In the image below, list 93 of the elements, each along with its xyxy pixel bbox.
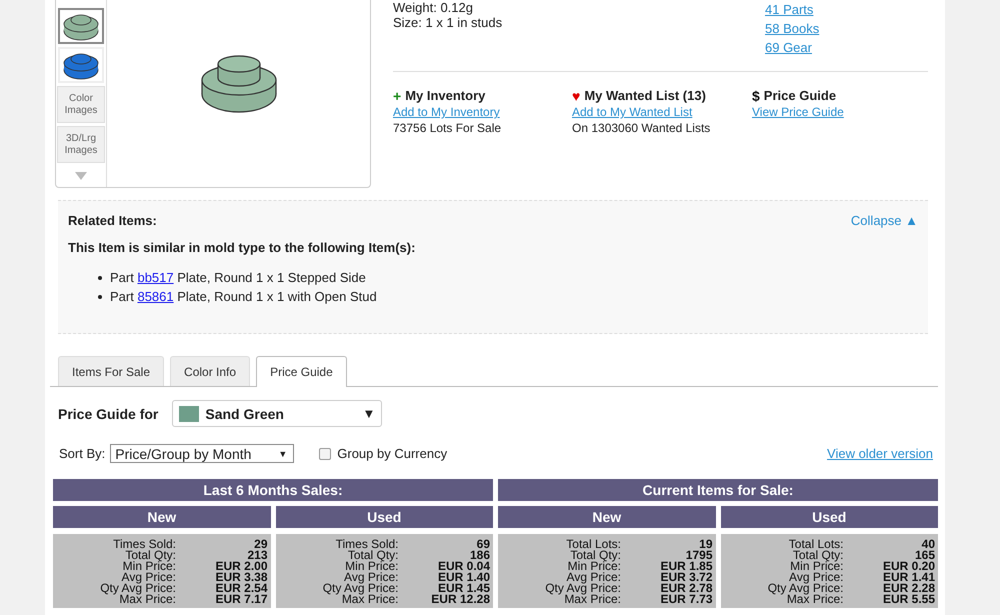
stat-label: Qty Avg Price: <box>322 583 398 594</box>
stat-label: Max Price: <box>342 594 398 605</box>
column-header: New <box>53 506 270 528</box>
tab[interactable]: Items For Sale <box>58 356 164 386</box>
stat-value: EUR 1.45 <box>438 583 490 594</box>
catalog-link[interactable]: 69 Gear <box>765 38 820 57</box>
sort-select[interactable]: Price/Group by Month ▼ <box>110 444 294 463</box>
stat-value: EUR 5.55 <box>882 594 935 605</box>
price-guide-label: Price Guide for <box>58 406 158 422</box>
image-button[interactable]: Color Images <box>57 86 105 123</box>
action-link[interactable]: Add to My Wanted List <box>572 104 692 120</box>
stat-value: EUR 0.04 <box>436 561 490 572</box>
sort-label: Sort By: <box>59 446 106 461</box>
stat-value: EUR 2.00 <box>214 561 268 572</box>
stat-label: Max Price: <box>786 594 844 605</box>
image-button[interactable]: 3D/Lrg Images <box>57 126 105 163</box>
catalog-link[interactable]: 58 Books <box>765 19 820 38</box>
related-title: Related Items: <box>68 213 157 228</box>
stat-label: Avg Price: <box>566 572 621 583</box>
color-select[interactable]: Sand Green ▼ <box>172 400 382 427</box>
stat-value: EUR 2.28 <box>882 583 935 594</box>
action-link[interactable]: Add to My Inventory <box>393 104 500 120</box>
table-header: Current Items for Sale: <box>498 479 938 501</box>
stat-label: Total Lots: <box>788 539 844 550</box>
related-item: Part bb517 Plate, Round 1 x 1 Stepped Side <box>110 269 366 287</box>
stat-label: Qty Avg Price: <box>99 583 176 594</box>
stat-label: Avg Price: <box>343 572 398 583</box>
detail-text: Size: 1 x 1 in studs <box>393 15 504 30</box>
stat-value: EUR 7.73 <box>659 594 712 605</box>
stat-label: Avg Price: <box>788 572 844 583</box>
part-link[interactable]: bb517 <box>137 270 174 285</box>
action-title: My Inventory <box>405 88 486 104</box>
stat-label: Times Sold: <box>112 539 176 550</box>
stat-value: EUR 7.17 <box>214 594 268 605</box>
stat-value: EUR 0.20 <box>882 561 935 572</box>
stat-label: Min Price: <box>122 561 176 572</box>
column-header: New <box>498 506 716 528</box>
column-header: Used <box>276 506 493 528</box>
action-title: My Wanted List (13) <box>584 88 706 104</box>
stat-value: EUR 2.54 <box>214 583 268 594</box>
stat-value: 29 <box>254 539 268 550</box>
stat-label: Times Sold: <box>334 539 398 550</box>
stat-value: EUR 12.28 <box>430 594 490 605</box>
stat-label: Total Qty: <box>125 550 176 561</box>
stat-value: EUR 2.78 <box>659 583 712 594</box>
detail-text: Weight: 0.12g <box>393 0 474 15</box>
action-note: 73756 Lots For Sale <box>393 120 502 137</box>
stat-value: 186 <box>470 550 490 561</box>
action-symbol: ♥ <box>572 88 580 104</box>
collapse-link[interactable]: Collapse ▲ <box>850 213 918 228</box>
stat-label: Total Qty: <box>792 550 844 561</box>
action-symbol: $ <box>752 88 760 104</box>
stat-label: Total Qty: <box>570 550 621 561</box>
stat-value: 19 <box>699 539 712 550</box>
action-symbol: + <box>393 88 402 104</box>
stat-value: 1795 <box>686 550 712 561</box>
stat-label: Total Qty: <box>348 550 398 561</box>
stat-value: 40 <box>922 539 935 550</box>
bullet-icon <box>98 276 102 280</box>
part-link[interactable]: 85861 <box>137 289 174 304</box>
column-header: Used <box>720 506 938 528</box>
color-swatch <box>179 406 200 422</box>
table-header: Last 6 Months Sales: <box>53 479 493 501</box>
stat-label: Qty Avg Price: <box>544 583 621 594</box>
stat-label: Total Lots: <box>565 539 621 550</box>
stat-label: Qty Avg Price: <box>766 583 844 594</box>
stat-value: 165 <box>914 550 935 561</box>
stat-label: Max Price: <box>119 594 176 605</box>
older-version-link[interactable]: View older version <box>827 444 933 463</box>
stat-value: EUR 3.72 <box>659 572 712 583</box>
stat-label: Min Price: <box>790 561 844 572</box>
stat-value: EUR 1.41 <box>882 572 935 583</box>
stat-value: EUR 1.40 <box>436 572 490 583</box>
stat-value: EUR 3.38 <box>214 572 268 583</box>
action-title: Price Guide <box>764 88 836 104</box>
action-note: On 1303060 Wanted Lists <box>572 120 710 137</box>
tab[interactable]: Price Guide <box>256 356 347 387</box>
tab[interactable]: Color Info <box>170 356 250 386</box>
thumbnail[interactable] <box>58 8 104 44</box>
stat-label: Min Price: <box>345 561 398 572</box>
bullet-icon <box>98 294 102 298</box>
stat-value: 213 <box>247 550 268 561</box>
related-heading: This Item is similar in mold type to the following Item(s): <box>68 240 416 255</box>
stat-value: 69 <box>476 539 490 550</box>
catalog-link[interactable]: 41 Parts <box>765 0 820 19</box>
action-link[interactable]: View Price Guide <box>752 104 844 120</box>
checkbox[interactable] <box>319 448 332 460</box>
stat-label: Min Price: <box>568 561 621 572</box>
related-item: Part 85861 Plate, Round 1 x 1 with Open Stud <box>110 288 377 306</box>
stat-value: EUR 1.85 <box>659 561 712 572</box>
stat-label: Max Price: <box>564 594 621 605</box>
checkbox-label: Group by Currency <box>337 446 448 461</box>
stat-label: Avg Price: <box>120 572 176 583</box>
